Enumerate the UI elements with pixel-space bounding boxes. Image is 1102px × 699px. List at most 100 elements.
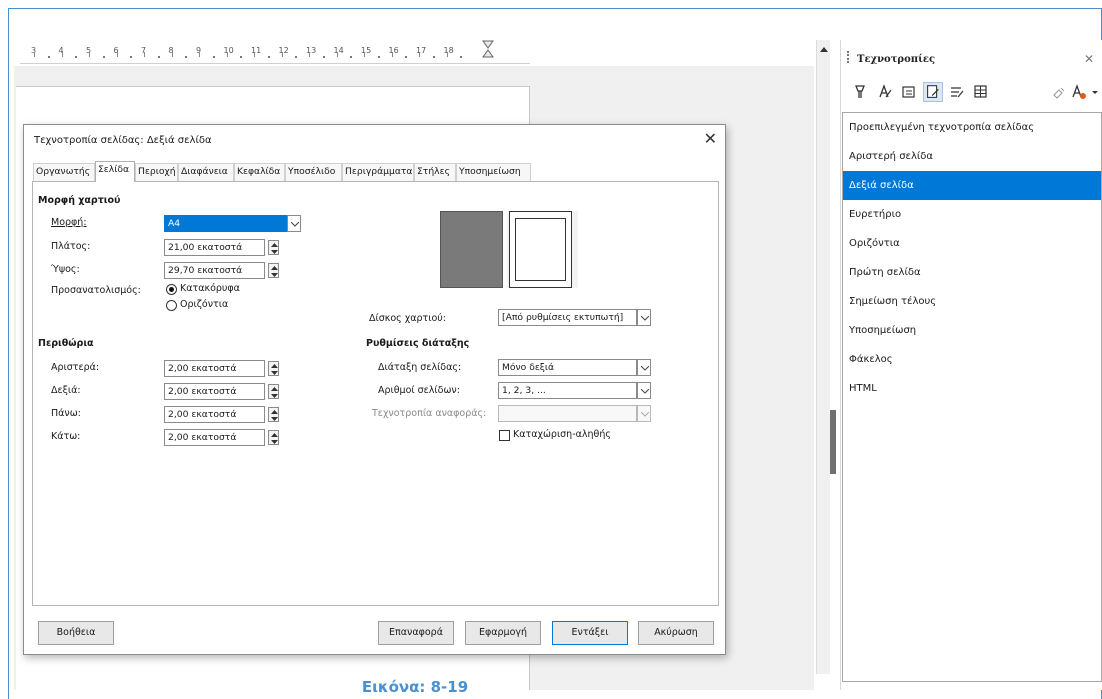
ruler-tick [116,52,118,57]
height-label: Ύψος: [51,264,80,275]
register-true-checkbox[interactable] [499,430,510,441]
style-list-item[interactable]: Ευρετήριο [843,200,1101,229]
table-styles-icon[interactable] [971,82,991,102]
reset-button[interactable]: Επαναφορά [378,621,454,645]
ok-button[interactable]: Εντάξει [552,621,628,645]
chevron-down-icon [641,412,649,417]
tab-organizer[interactable]: Οργανωτής [33,163,95,181]
top-margin-stepper[interactable] [268,407,279,422]
style-list-item[interactable]: Προεπιλεγμένη τεχνοτροπία σελίδας [843,113,1101,142]
ruler-number: 17 [416,46,427,55]
width-field[interactable]: 21,00 εκατοστά [164,239,265,256]
right-margin-field[interactable]: 2,00 εκατοστά [164,383,265,400]
styles-list[interactable]: Προεπιλεγμένη τεχνοτροπία σελίδας Αριστερ… [842,112,1102,682]
style-list-item[interactable]: Σημείωση τέλους [843,287,1101,316]
style-list-item[interactable]: Αριστερή σελίδα [843,142,1101,171]
style-category-toolbar [851,82,1101,102]
chevron-down-icon [641,389,649,394]
sidebar-splitter[interactable] [830,40,840,680]
list-styles-icon[interactable] [947,82,967,102]
top-margin-field[interactable]: 2,00 εκατοστά [164,406,265,423]
portrait-label[interactable]: Κατακόρυφα [180,283,240,294]
tab-transparency[interactable]: Διαφάνεια [178,163,234,181]
spin-arrows-icon [271,243,278,254]
ruler-minor-tick [377,56,380,58]
tab-columns[interactable]: Στήλες [414,163,456,181]
character-styles-icon[interactable] [875,82,895,102]
reference-style-dropdown-button[interactable] [637,405,651,422]
scroll-up-icon[interactable] [820,46,828,52]
top-margin-label: Πάνω: [51,408,81,419]
register-true-label[interactable]: Καταχώριση-αληθής [513,429,611,440]
tab-footer[interactable]: Υποσέλιδο [285,163,342,181]
page-numbers-dropdown-button[interactable] [637,382,651,399]
style-list-item[interactable]: Οριζόντια [843,229,1101,258]
bottom-margin-stepper[interactable] [268,430,279,445]
landscape-radio[interactable] [166,300,177,311]
styles-actions-icon[interactable] [1069,82,1089,102]
horizontal-ruler[interactable]: 3 4 5 6 7 8 9 10 11 12 13 14 15 16 17 18 [20,38,530,64]
width-stepper[interactable] [268,240,279,255]
ruler-number: 18 [443,46,454,55]
format-select[interactable]: A4 [164,215,287,232]
ruler-minor-tick [157,56,160,58]
drag-grip-icon[interactable] [847,51,849,63]
style-list-item[interactable]: Φάκελος [843,345,1101,374]
style-list-item[interactable]: Πρώτη σελίδα [843,258,1101,287]
ruler-tick [336,52,338,57]
ruler-tick [34,52,35,57]
left-margin-label: Αριστερά: [51,362,100,373]
tab-footnote[interactable]: Υποσημείωση [456,163,531,181]
ruler-number: 10 [223,46,234,55]
style-list-item[interactable]: Δεξιά σελίδα [843,171,1101,200]
page-tab-panel: Μορφή χαρτιού Μορφή: A4 Πλάτος: 21,00 εκ… [32,181,719,606]
reference-style-select[interactable] [498,405,637,422]
close-icon[interactable]: ✕ [1084,52,1094,66]
ruler-tick [254,52,255,57]
landscape-label[interactable]: Οριζόντια [180,299,228,310]
page-layout-dropdown-button[interactable] [637,359,651,376]
frame-styles-icon[interactable] [899,82,919,102]
left-margin-stepper[interactable] [268,361,279,376]
ruler-minor-tick [240,56,243,58]
height-field[interactable]: 29,70 εκατοστά [164,262,265,279]
vertical-scrollbar[interactable] [816,40,830,674]
tab-header[interactable]: Κεφαλίδα [234,163,285,181]
chevron-down-icon[interactable] [1087,82,1102,102]
page-styles-icon[interactable] [923,82,943,102]
style-list-item[interactable]: Υποσημείωση [843,316,1101,345]
ruler-tick [446,52,448,57]
paragraph-styles-icon[interactable] [851,82,871,102]
tab-borders[interactable]: Περιγράμματα [342,163,414,181]
help-button[interactable]: Βοήθεια [38,621,114,645]
paper-tray-label: Δίσκος χαρτιού: [369,313,446,324]
format-dropdown-button[interactable] [287,215,301,232]
paper-tray-select[interactable]: [Από ρυθμίσεις εκτυπωτή] [498,309,637,326]
right-indent-marker[interactable] [482,40,494,58]
chevron-down-icon [641,366,649,371]
left-margin-field[interactable]: 2,00 εκατοστά [164,360,265,377]
style-list-item[interactable]: HTML [843,374,1101,403]
ruler-tick [226,52,228,57]
page-numbers-select[interactable]: 1, 2, 3, ... [498,382,637,399]
close-icon[interactable]: ✕ [704,129,717,148]
orientation-label: Προσανατολισμός: [51,285,141,296]
height-stepper[interactable] [268,263,279,278]
tab-area[interactable]: Περιοχή [135,163,178,181]
page-layout-select[interactable]: Μόνο δεξιά [498,359,637,376]
ruler-tick [364,52,365,57]
paper-tray-dropdown-button[interactable] [637,309,651,326]
bottom-margin-field[interactable]: 2,00 εκατοστά [164,429,265,446]
right-margin-stepper[interactable] [268,384,279,399]
ruler-tick [391,52,393,57]
format-label: Μορφή: [51,217,87,228]
ruler-tick [89,52,90,57]
apply-button[interactable]: Εφαρμογή [465,621,541,645]
page-numbers-label: Αριθμοί σελίδων: [378,385,460,396]
ruler-number: 13 [306,46,317,55]
ruler-number: 14 [333,46,344,55]
cancel-button[interactable]: Ακύρωση [638,621,714,645]
tab-page[interactable]: Σελίδα [95,161,135,182]
fill-format-mode-icon[interactable] [1049,82,1069,102]
portrait-radio[interactable] [166,284,177,295]
